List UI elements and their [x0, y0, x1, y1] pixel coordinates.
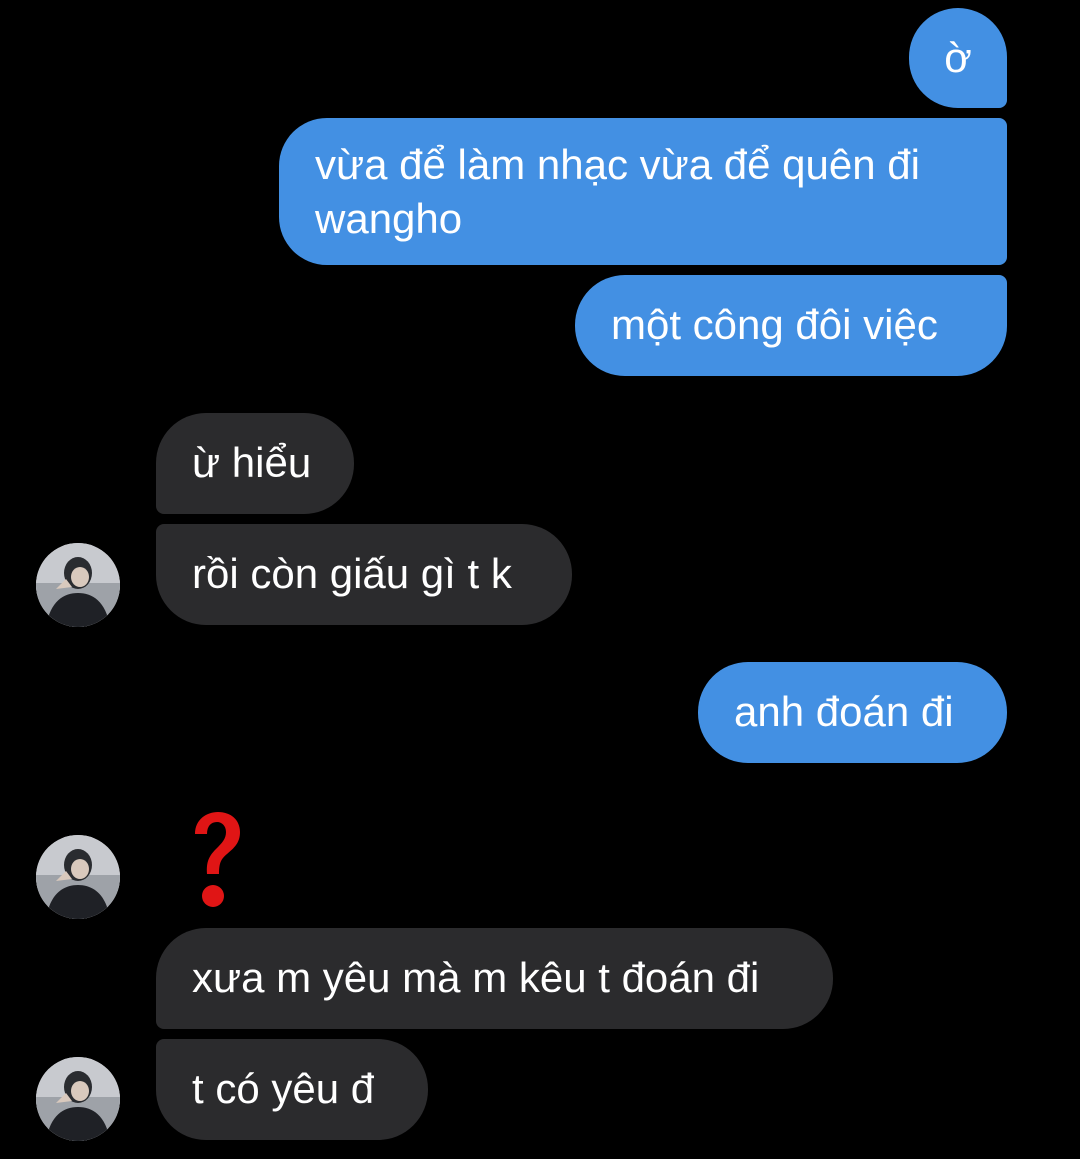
- question-mark-icon[interactable]: [190, 812, 242, 910]
- message-bubble-received[interactable]: rồi còn giấu gì t k: [156, 524, 572, 625]
- message-bubble-received[interactable]: ừ hiểu: [156, 413, 354, 514]
- avatar-photo: [36, 1057, 120, 1141]
- message-bubble-received[interactable]: t có yêu đ: [156, 1039, 428, 1140]
- message-bubble-sent[interactable]: vừa để làm nhạc vừa để quên đi wangho: [279, 118, 1007, 265]
- contact-avatar[interactable]: [36, 835, 120, 919]
- message-bubble-received[interactable]: xưa m yêu mà m kêu t đoán đi: [156, 928, 833, 1029]
- contact-avatar[interactable]: [36, 543, 120, 627]
- contact-avatar[interactable]: [36, 1057, 120, 1141]
- message-bubble-sent[interactable]: ờ: [909, 8, 1007, 108]
- avatar-photo: [36, 835, 120, 919]
- message-bubble-sent[interactable]: một công đôi việc: [575, 275, 1007, 376]
- message-bubble-sent[interactable]: anh đoán đi: [698, 662, 1007, 763]
- avatar-photo: [36, 543, 120, 627]
